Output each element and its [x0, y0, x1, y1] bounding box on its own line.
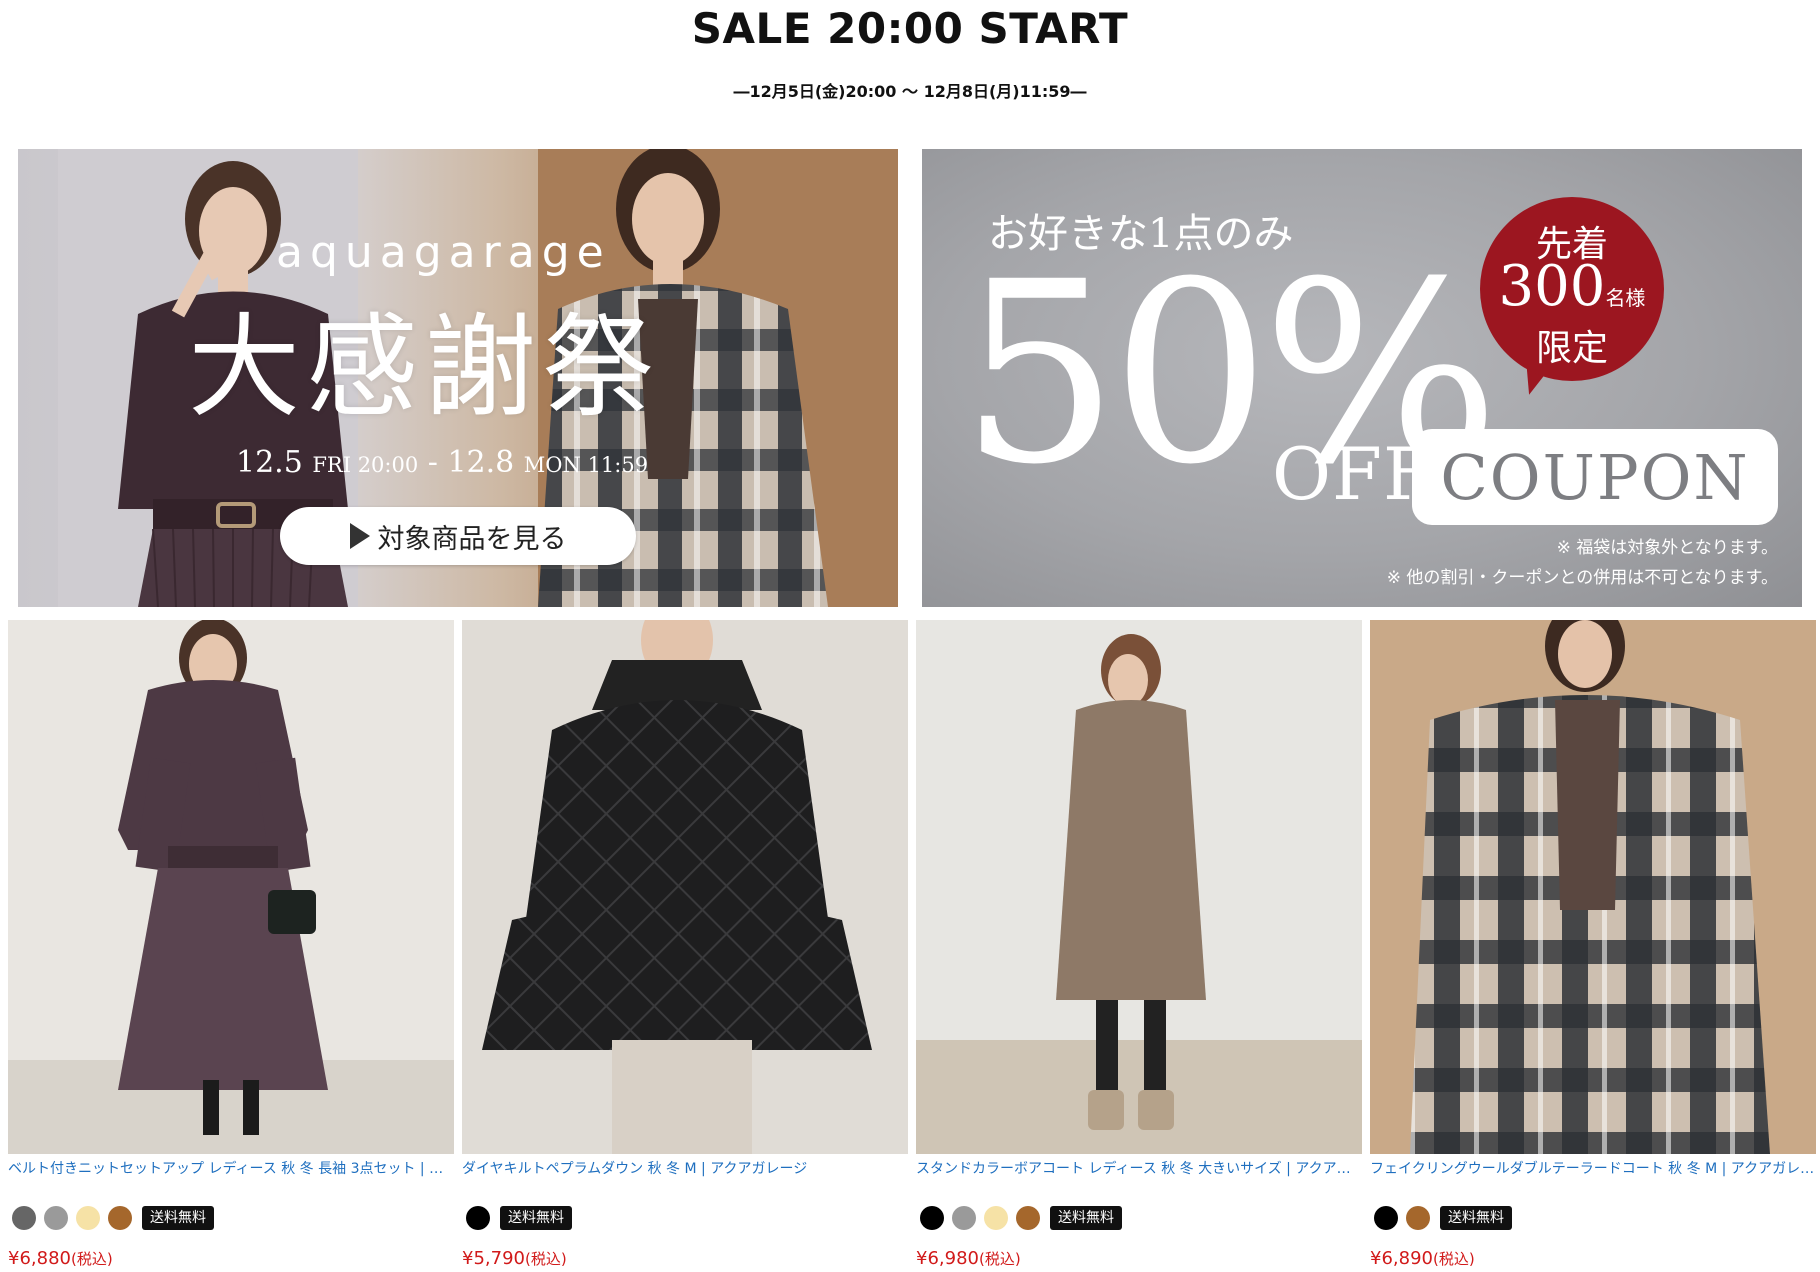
color-swatch[interactable]	[466, 1206, 490, 1230]
color-swatch[interactable]	[44, 1206, 68, 1230]
badge-limited: 限定	[1535, 328, 1608, 369]
color-swatches: 送料無料	[920, 1204, 1122, 1232]
product-price: ¥6,880(税込)	[8, 1248, 113, 1269]
badge-suffix: 名様	[1605, 286, 1646, 310]
color-swatches: 送料無料	[12, 1204, 214, 1232]
product-name[interactable]: フェイクリングウールダブルテーラードコート 秋 冬 M | アクアガレージ	[1370, 1158, 1816, 1178]
color-swatch[interactable]	[920, 1206, 944, 1230]
product-image[interactable]	[1370, 620, 1816, 1154]
free-shipping-badge: 送料無料	[500, 1206, 572, 1230]
limited-badge: 先着 300名様 限定	[1480, 197, 1664, 381]
free-shipping-badge: 送料無料	[142, 1206, 214, 1230]
thanksgiving-sale-banner[interactable]: aquagarage 大感謝祭 12.5 FRI 20:00 - 12.8 MO…	[18, 149, 898, 607]
color-swatches: 送料無料	[466, 1204, 572, 1232]
price-value: ¥5,790	[462, 1248, 525, 1269]
brand-logo: aquagarage	[276, 227, 611, 278]
product-name[interactable]: ベルト付きニットセットアップ レディース 秋 冬 長袖 3点セット | アクアガ…	[8, 1158, 454, 1178]
color-swatch[interactable]	[984, 1206, 1008, 1230]
color-swatch[interactable]	[108, 1206, 132, 1230]
tax-label: (税込)	[524, 1250, 567, 1268]
color-swatch[interactable]	[76, 1206, 100, 1230]
date-start: 12.5	[236, 445, 303, 480]
product-price: ¥5,790(税込)	[462, 1248, 567, 1269]
tax-label: (税込)	[70, 1250, 113, 1268]
color-swatch[interactable]	[952, 1206, 976, 1230]
banner-dates: 12.5 FRI 20:00 - 12.8 MON 11:59	[236, 445, 648, 480]
color-swatches: 送料無料	[1374, 1204, 1512, 1232]
product-image[interactable]	[462, 620, 908, 1154]
free-shipping-badge: 送料無料	[1440, 1206, 1512, 1230]
note-no-combine: ※ 他の割引・クーポンとの併用は不可となります。	[1386, 568, 1778, 588]
price-value: ¥6,880	[8, 1248, 71, 1269]
sale-period: ―12月5日(金)20:00 ～ 12月8日(月)11:59―	[733, 82, 1087, 101]
product-name[interactable]: スタンドカラーボアコート レディース 秋 冬 大きいサイズ | アクアガレージ	[916, 1158, 1362, 1178]
sale-title: SALE 20:00 START	[691, 4, 1129, 53]
tax-label: (税込)	[978, 1250, 1021, 1268]
off-text: OFF	[1272, 432, 1434, 516]
tax-label: (税込)	[1432, 1250, 1475, 1268]
view-items-button[interactable]: 対象商品を見る	[280, 507, 636, 565]
product-name[interactable]: ダイヤキルトペプラムダウン 秋 冬 M | アクアガレージ	[462, 1158, 908, 1178]
product-price: ¥6,980(税込)	[916, 1248, 1021, 1269]
price-value: ¥6,890	[1370, 1248, 1433, 1269]
festival-title: 大感謝祭	[188, 303, 660, 433]
date-end: 12.8	[447, 445, 515, 480]
color-swatch[interactable]	[1016, 1206, 1040, 1230]
product-image[interactable]	[8, 620, 454, 1154]
color-swatch[interactable]	[12, 1206, 36, 1230]
badge-number: 300	[1498, 254, 1606, 319]
color-swatch[interactable]	[1374, 1206, 1398, 1230]
play-icon	[349, 523, 370, 549]
color-swatch[interactable]	[1406, 1206, 1430, 1230]
view-items-label: 対象商品を見る	[377, 523, 567, 555]
day-end: MON 11:59	[523, 453, 649, 477]
price-value: ¥6,980	[916, 1248, 979, 1269]
coupon-banner[interactable]: お好きな1点のみ 50% OFF COUPON 先着 300名様 限定 ※ 福袋…	[922, 149, 1802, 607]
note-lucky-bag: ※ 福袋は対象外となります。	[1556, 538, 1778, 558]
badge-count: 300名様	[1480, 259, 1664, 315]
free-shipping-badge: 送料無料	[1050, 1206, 1122, 1230]
product-price: ¥6,890(税込)	[1370, 1248, 1475, 1269]
product-image[interactable]	[916, 620, 1362, 1154]
coupon-label: COUPON	[1412, 429, 1778, 525]
date-separator: -	[427, 445, 438, 480]
day-start: FRI 20:00	[312, 453, 419, 477]
